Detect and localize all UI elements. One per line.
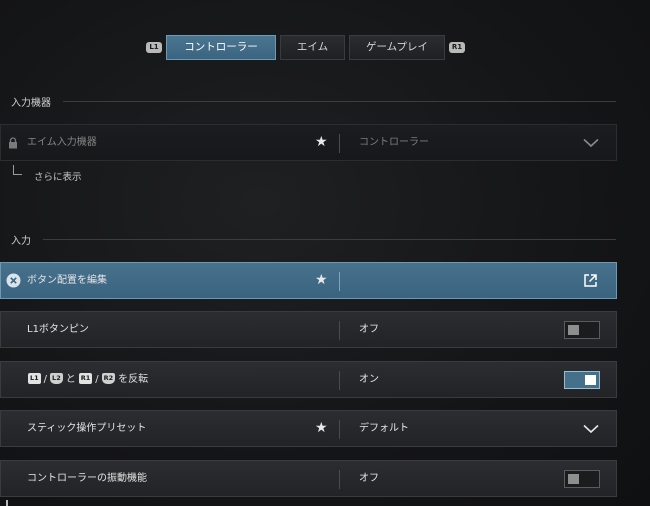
- l2-trigger-badge: L2: [50, 372, 63, 384]
- star-icon[interactable]: ★: [315, 135, 329, 149]
- tab-bar: L1 コントローラー エイム ゲームプレイ R1: [146, 35, 465, 60]
- tab-aim[interactable]: エイム: [280, 35, 345, 60]
- row-value: オン: [359, 374, 379, 385]
- tab-gameplay[interactable]: ゲームプレイ: [349, 35, 445, 60]
- lock-icon: [9, 137, 17, 149]
- show-more-label: さらに表示: [34, 172, 82, 183]
- swap-bumpers-triggers-row[interactable]: L1/L2 と R1/R2 を反転 オン: [0, 361, 617, 398]
- r1-button-badge: R1: [78, 372, 93, 384]
- toggle-knob: [568, 325, 579, 335]
- chevron-down-icon[interactable]: [583, 138, 599, 148]
- aim-input-device-row[interactable]: エイム入力機器 ★ コントローラー: [0, 124, 617, 161]
- row-value: デフォルト: [359, 423, 409, 434]
- row-label: L1ボタンピン: [27, 324, 89, 335]
- slash: /: [43, 374, 48, 385]
- row-value: オフ: [359, 473, 379, 484]
- r2-trigger-badge: R2: [101, 372, 116, 384]
- row-divider: [339, 420, 340, 439]
- chevron-down-icon[interactable]: [583, 424, 599, 434]
- row-label-suffix: を反転: [118, 374, 149, 385]
- star-icon[interactable]: ★: [315, 273, 329, 287]
- edit-button-layout-row[interactable]: ボタン配置を編集 ★: [0, 262, 617, 299]
- row-value: オフ: [359, 324, 379, 335]
- conjunction: と: [65, 374, 76, 385]
- show-more-link[interactable]: さらに表示: [11, 165, 131, 183]
- section-divider: [43, 238, 616, 240]
- row-label: スティック操作プリセット: [27, 423, 147, 434]
- section-title: 入力: [11, 235, 31, 247]
- row-label: ボタン配置を編集: [27, 275, 107, 286]
- tab-controller[interactable]: コントローラー: [166, 35, 276, 60]
- controller-vibration-toggle[interactable]: [564, 470, 600, 488]
- toggle-knob: [585, 375, 596, 385]
- row-divider: [339, 371, 340, 390]
- row-label: エイム入力機器: [27, 137, 97, 148]
- row-divider: [339, 470, 340, 489]
- row-label: L1/L2 と R1/R2 を反転: [27, 362, 150, 397]
- toggle-knob: [568, 474, 579, 484]
- l1-bumper-hint[interactable]: L1: [146, 42, 162, 53]
- l1-button-badge: L1: [28, 372, 41, 384]
- controller-vibration-row[interactable]: コントローラーの振動機能 オフ: [0, 460, 617, 497]
- row-divider: [339, 321, 340, 340]
- star-icon[interactable]: ★: [315, 421, 329, 435]
- external-link-icon[interactable]: [583, 273, 598, 288]
- row-value: コントローラー: [359, 137, 429, 148]
- r1-bumper-hint[interactable]: R1: [449, 42, 465, 53]
- stick-preset-row[interactable]: スティック操作プリセット ★ デフォルト: [0, 410, 617, 447]
- row-divider: [339, 272, 340, 291]
- row-divider: [339, 134, 340, 153]
- section-header-input: 入力: [11, 232, 616, 247]
- l1-button-pin-row[interactable]: L1ボタンピン オフ: [0, 311, 617, 348]
- slash: /: [95, 374, 99, 385]
- row-label: コントローラーの振動機能: [27, 473, 147, 484]
- swap-bumpers-toggle[interactable]: [564, 371, 600, 389]
- tree-branch-icon: [13, 165, 22, 175]
- scroll-indicator: [6, 500, 8, 506]
- section-header-input-device: 入力機器: [11, 94, 616, 109]
- clear-icon[interactable]: [6, 273, 21, 288]
- section-divider: [63, 100, 616, 102]
- section-title: 入力機器: [11, 97, 51, 109]
- l1-button-pin-toggle[interactable]: [564, 321, 600, 339]
